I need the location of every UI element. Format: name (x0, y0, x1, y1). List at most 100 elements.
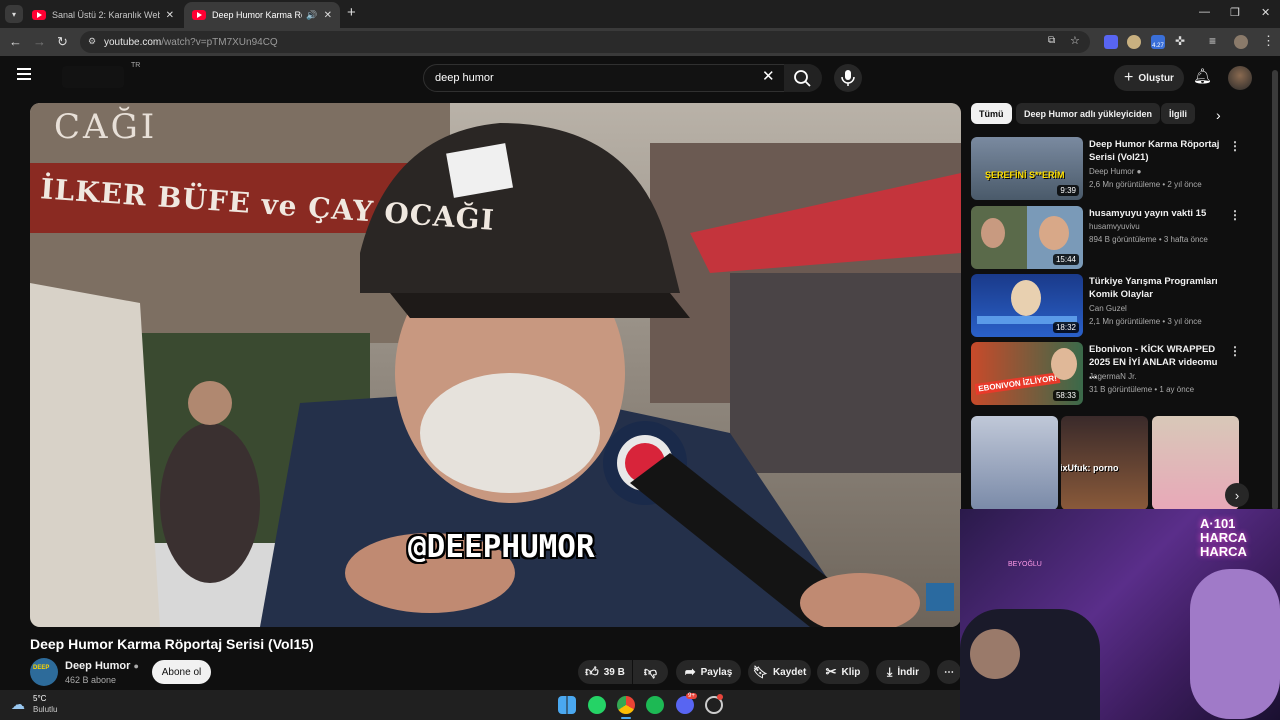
chrome-icon[interactable] (617, 696, 635, 714)
video-thumbnail[interactable]: 18:32 (971, 274, 1083, 337)
thumbs-down-icon: 👎︎ (643, 664, 658, 679)
channel-name-text: Deep Humor (65, 660, 131, 672)
profile-avatar[interactable] (1234, 35, 1248, 49)
new-tab-button[interactable]: + (347, 4, 356, 21)
subscriber-count: 462 B abone (65, 675, 117, 685)
recommendation-item[interactable]: 15:44 husamyuyu yayın vakti 15 husamvyuv… (971, 206, 1261, 270)
recommendation-channel: husamvyuvivu (1089, 222, 1140, 231)
download-icon: ⤓ (887, 664, 893, 679)
url-path: /watch?v=pTM7XUn94CQ (161, 36, 278, 48)
recommendation-title: husamyuyu yayın vakti 15 (1089, 208, 1207, 219)
extension-icon[interactable] (1127, 35, 1141, 49)
verified-icon: ● (133, 661, 139, 671)
close-window-icon[interactable]: ✕ (1261, 6, 1270, 19)
close-tab-icon[interactable]: ✕ (324, 10, 332, 21)
video-thumbnail[interactable]: 15:44 (971, 206, 1083, 269)
spotify-icon[interactable] (646, 696, 664, 714)
save-button[interactable]: 🔖︎ Kaydet (748, 660, 811, 684)
forward-icon[interactable]: → (33, 34, 46, 49)
tab-list-dropdown[interactable]: ▾ (5, 5, 23, 23)
streamer-face (970, 629, 1020, 679)
more-actions-button[interactable]: ⋯ (937, 660, 961, 684)
bookmark-icon: 🔖︎ (752, 665, 768, 679)
recommendation-channel: Can Guzel (1089, 304, 1127, 313)
thumbnail-caption: EBONIVON İZLİYOR! (974, 372, 1061, 395)
channel-avatar[interactable]: DEEP (30, 658, 58, 686)
extension-badge-icon[interactable]: 4.27 (1151, 35, 1165, 49)
windows-start-icon[interactable] (558, 696, 576, 714)
whatsapp-icon[interactable] (588, 696, 606, 714)
like-button[interactable]: 👍︎ 39 B (578, 660, 632, 684)
thumbnail-face (981, 218, 1005, 248)
dislike-button[interactable]: 👎︎ (633, 660, 668, 684)
search-button[interactable] (784, 64, 822, 92)
weather-condition: Bulutlu (33, 705, 58, 714)
clip-label: Klip (841, 666, 861, 678)
extensions-puzzle-icon[interactable]: ✜ (1175, 34, 1185, 48)
site-info-icon[interactable]: ⚙ (88, 36, 96, 47)
short-thumbnail[interactable] (971, 416, 1058, 510)
browser-tab[interactable]: Sanal Üstü 2: Karanlık Web | Fil ✕ (24, 2, 182, 28)
minimize-icon[interactable]: — (1199, 6, 1210, 18)
browser-tab-active[interactable]: Deep Humor Karma Röportaj 🔊 ✕ (184, 2, 340, 28)
reading-list-icon[interactable]: ≡ (1209, 34, 1216, 48)
close-tab-icon[interactable]: ✕ (166, 10, 174, 21)
url-host: youtube.com (104, 36, 162, 48)
verified-icon: ● (1136, 167, 1142, 176)
download-button[interactable]: ⤓ İndir (876, 660, 930, 684)
thumbs-up-icon: 👍︎ (585, 664, 599, 679)
plus-icon: + (1124, 69, 1134, 86)
channel-name[interactable]: Deep Humor ● (65, 660, 139, 672)
thumbnail-face (1039, 216, 1069, 250)
share-label: Paylaş (700, 666, 733, 678)
streamer-webcam-overlay: A·101 HARCA HARCA BEYOĞLU (960, 509, 1280, 720)
video-player[interactable]: CAĞI İLKER BÜFE ve ÇAY OCAĞI @DEEPHUMOR (30, 103, 961, 627)
recommendation-meta: 2,6 Mn görüntüleme • 2 yıl önce (1089, 180, 1202, 189)
extension-icon[interactable] (1104, 35, 1118, 49)
shorts-next-button[interactable]: › (1225, 483, 1249, 507)
recommendation-meta: 894 B görüntüleme • 3 hafta önce (1089, 235, 1208, 244)
storefront-sign-top: CAĞI (54, 107, 158, 147)
bookmark-star-icon[interactable]: ☆ (1070, 34, 1080, 47)
install-app-icon[interactable]: ⧉ (1048, 35, 1055, 46)
weather-cloud-icon[interactable]: ☁ (11, 696, 25, 713)
youtube-favicon-icon (192, 10, 206, 20)
short-thumbnail[interactable]: MatrixUfuk: porno (1061, 416, 1148, 510)
clip-button[interactable]: ✂ Klip (817, 660, 869, 684)
page-scrollbar[interactable] (1272, 70, 1278, 510)
voice-search-button[interactable] (834, 64, 862, 92)
recommendation-item[interactable]: ŞEREFİNİ S**ERİM 9:39 Deep Humor Karma R… (971, 137, 1261, 201)
chip-related[interactable]: İlgili (1161, 103, 1195, 124)
chip-from-uploader[interactable]: Deep Humor adlı yükleyiciden (1016, 103, 1161, 124)
youtube-logo[interactable] (62, 66, 124, 88)
account-avatar[interactable] (1228, 66, 1252, 90)
video-thumbnail[interactable]: ŞEREFİNİ S**ERİM 9:39 (971, 137, 1083, 200)
recommendation-channel: JagermaN Jr. (1089, 372, 1137, 381)
video-thumbnail[interactable]: EBONIVON İZLİYOR! 58:33 (971, 342, 1083, 405)
back-icon[interactable]: ← (9, 34, 22, 49)
reload-icon[interactable]: ↻ (57, 34, 68, 50)
audio-playing-icon[interactable]: 🔊 (306, 10, 317, 21)
notifications-bell-icon[interactable]: 🔔︎ (1193, 67, 1212, 85)
guide-menu-icon[interactable] (17, 68, 31, 80)
clear-search-icon[interactable]: ✕ (762, 67, 775, 85)
more-options-icon[interactable]: ⋮ (1229, 208, 1241, 222)
region-code: TR (131, 62, 141, 69)
youtube-header: TR deep humor ✕ + Oluştur 🔔︎ (0, 56, 1280, 100)
create-button[interactable]: + Oluştur (1114, 65, 1184, 91)
search-query: deep humor (435, 72, 494, 84)
search-icon (794, 70, 811, 87)
chip-all[interactable]: Tümü (971, 103, 1012, 124)
more-options-icon[interactable]: ⋮ (1229, 344, 1241, 358)
chips-next-icon[interactable]: › (1216, 107, 1221, 123)
share-button[interactable]: ➦ Paylaş (676, 660, 741, 684)
subscribe-button[interactable]: Abone ol (152, 660, 211, 684)
browser-menu-icon[interactable]: ⋮ (1262, 33, 1275, 49)
more-options-icon[interactable]: ⋮ (1229, 139, 1241, 153)
maximize-icon[interactable]: ❐ (1230, 6, 1240, 19)
recommendation-item[interactable]: 18:32 Türkiye Yarışma Programları Komik … (971, 274, 1261, 338)
video-duration: 9:39 (1057, 185, 1079, 196)
address-bar[interactable]: ⚙ youtube.com /watch?v=pTM7XUn94CQ ⧉ ☆ (80, 31, 1090, 53)
recommendation-item[interactable]: EBONIVON İZLİYOR! 58:33 Ebonivon - KİCK … (971, 342, 1261, 406)
like-count: 39 B (603, 666, 625, 678)
